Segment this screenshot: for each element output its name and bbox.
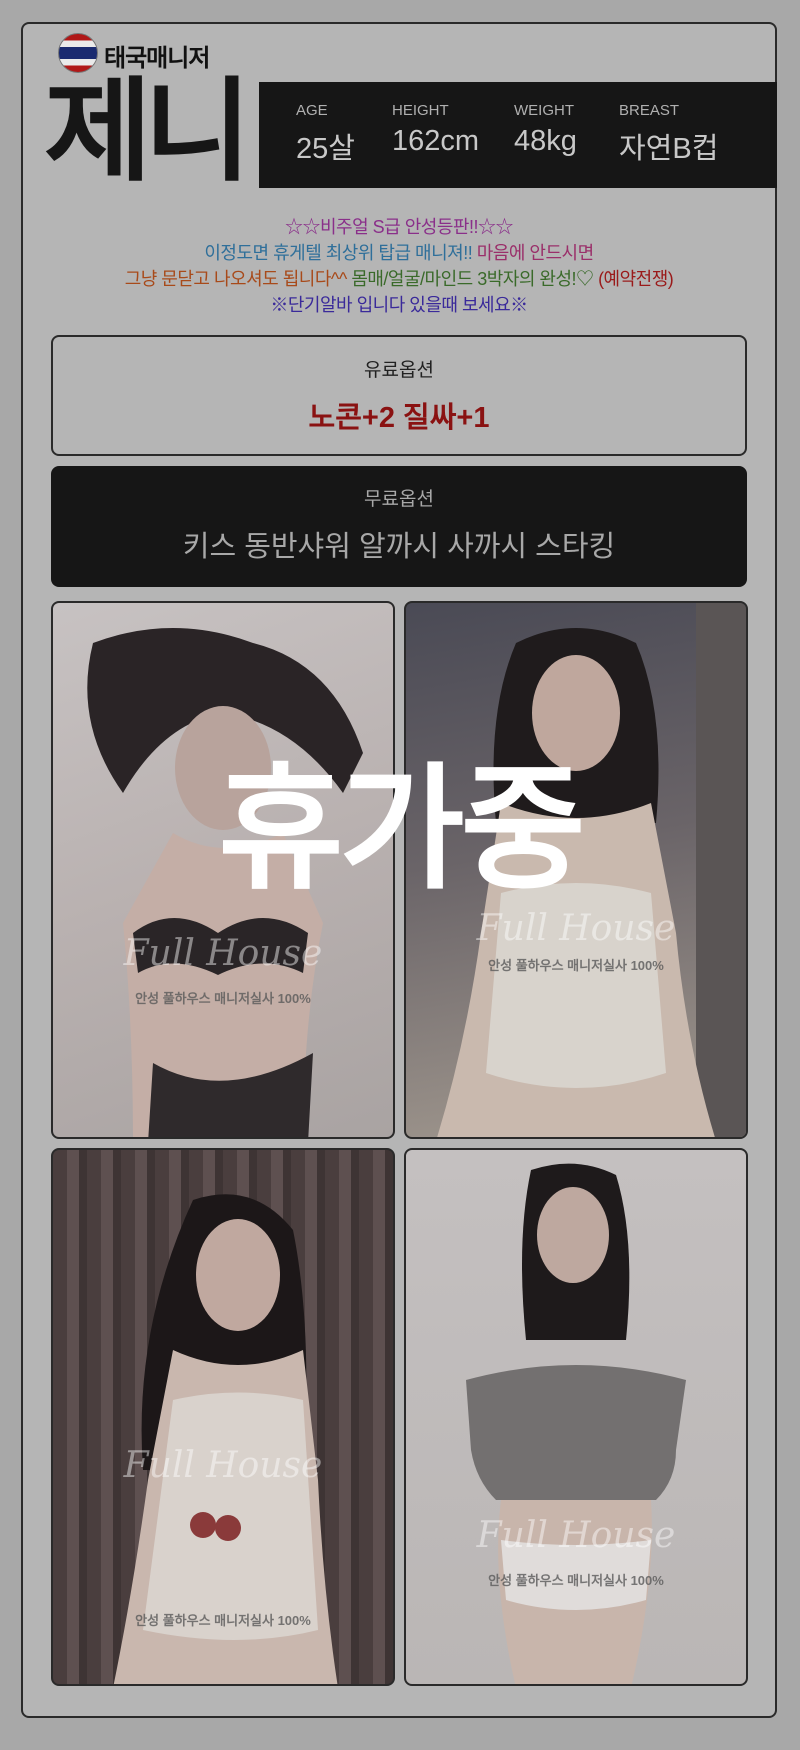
photo-1-watermark: Full House <box>123 933 323 974</box>
intro-line-1: ☆☆비주얼 S급 안성등판!!☆☆ <box>285 217 514 237</box>
intro-text: ☆☆비주얼 S급 안성등판!!☆☆ 이정도면 휴게텔 최상위 탑급 매니져!! … <box>21 214 777 318</box>
intro-line-2a: 이정도면 휴게텔 최상위 탑급 매니져!! <box>204 243 473 263</box>
intro-line-2b: 마음에 안드시면 <box>472 243 594 263</box>
photo-2-watermark: Full House <box>476 908 676 949</box>
photo-3-caption: 안성 풀하우스 매니저실사 100% <box>135 1613 311 1628</box>
spec-age-label: AGE <box>296 102 328 119</box>
spec-height: HEIGHT 162cm <box>392 102 479 158</box>
spec-breast-value: 자연B컵 <box>619 133 719 165</box>
spec-weight-value: 48kg <box>514 125 577 157</box>
photo-3-watermark: Full House <box>123 1445 323 1486</box>
spec-weight: WEIGHT 48kg <box>514 102 577 158</box>
photo-4-figure <box>466 1163 686 1684</box>
photo-1-caption: 안성 풀하우스 매니저실사 100% <box>135 991 311 1006</box>
paid-options-value: 노콘+2 질싸+1 <box>308 402 490 434</box>
spec-breast-label: BREAST <box>619 102 680 119</box>
spec-breast: BREAST 자연B컵 <box>619 102 718 167</box>
intro-line-4: ※단기알바 입니다 있을때 보세요※ <box>270 295 528 315</box>
photo-4: Full House 안성 풀하우스 매니저실사 100% <box>404 1148 748 1686</box>
photo-4-watermark: Full House <box>476 1515 676 1556</box>
paid-options-title: 유료옵션 <box>364 360 434 381</box>
spec-age: AGE 25살 <box>296 102 355 167</box>
photo-2-caption: 안성 풀하우스 매니저실사 100% <box>488 958 664 973</box>
free-options-value: 키스 동반샤워 알까시 사까시 스타킹 <box>182 531 616 563</box>
photo-3: Full House 안성 풀하우스 매니저실사 100% <box>51 1148 395 1686</box>
spec-height-value: 162cm <box>392 125 480 157</box>
vacation-status-overlay: 휴가중 <box>218 751 585 909</box>
spec-weight-label: WEIGHT <box>514 102 574 119</box>
paid-options-box: 유료옵션 노콘+2 질싸+1 <box>51 335 747 456</box>
spec-age-value: 25살 <box>296 133 355 165</box>
photo-3-figure <box>113 1194 338 1684</box>
spec-panel: AGE 25살 HEIGHT 162cm WEIGHT 48kg BREAST … <box>259 82 777 188</box>
intro-line-3b: 몸매/얼굴/마인드 3박자의 완성!♡ <box>346 269 594 289</box>
manager-name: 제니 <box>44 67 252 197</box>
intro-line-3c: (예약전쟁) <box>593 269 674 289</box>
photo-4-caption: 안성 풀하우스 매니저실사 100% <box>488 1573 664 1588</box>
free-options-box: 무료옵션 키스 동반샤워 알까시 사까시 스타킹 <box>51 466 747 587</box>
intro-line-3a: 그냥 문닫고 나오셔도 됩니다^^ <box>124 269 348 289</box>
free-options-title: 무료옵션 <box>364 489 434 510</box>
spec-height-label: HEIGHT <box>392 102 449 119</box>
